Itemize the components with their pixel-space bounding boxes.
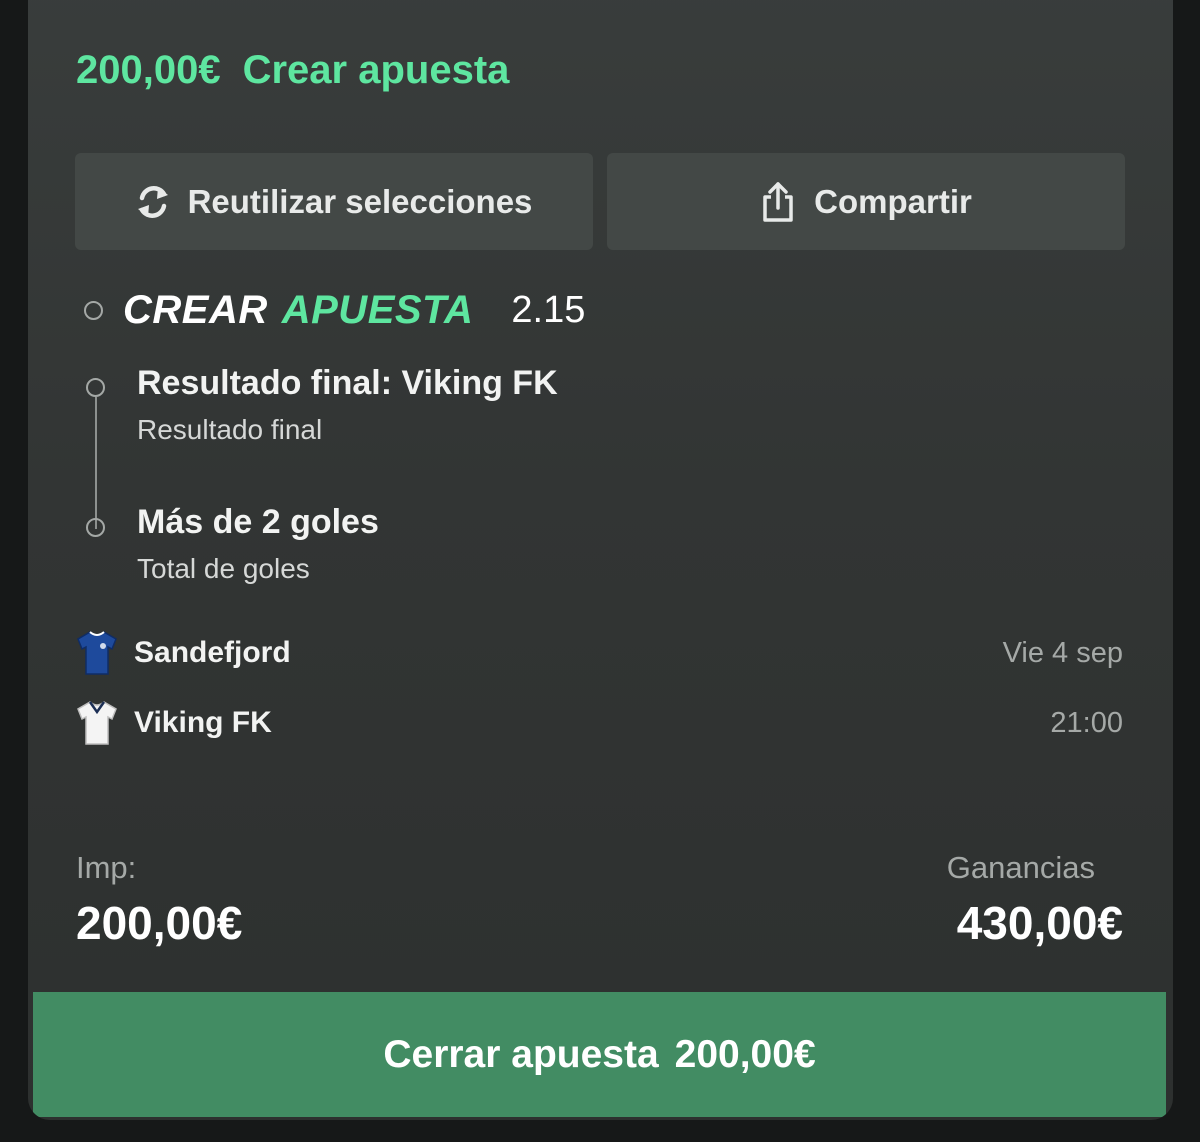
header-title: Crear apuesta xyxy=(242,48,510,92)
place-bet-amount: 200,00€ xyxy=(674,1032,816,1076)
away-team-name: Viking FK xyxy=(134,706,272,739)
selection-1-title: Resultado final: Viking FK xyxy=(137,364,558,402)
bet-builder-word-apuesta: APUESTA xyxy=(281,288,474,332)
reuse-selections-label: Reutilizar selecciones xyxy=(187,182,533,220)
bet-builder-dot xyxy=(84,301,103,320)
bet-builder-odds: 2.15 xyxy=(511,289,586,331)
winnings-label: Ganancias xyxy=(946,850,1095,885)
bet-builder-title: CREAR APUESTA 2.15 xyxy=(84,288,585,333)
event-time: 21:00 xyxy=(1050,707,1123,739)
place-bet-button[interactable]: Cerrar apuesta 200,00€ xyxy=(33,992,1166,1117)
refresh-icon xyxy=(137,185,168,218)
share-button[interactable]: Compartir xyxy=(607,153,1125,250)
white-shirt-icon xyxy=(77,701,117,745)
winnings-value: 430,00€ xyxy=(956,897,1123,949)
bet-slip-header: 200,00€ Crear apuesta xyxy=(76,48,509,93)
selection-2-market: Total de goles xyxy=(137,553,310,584)
away-team: Viking FK xyxy=(76,700,272,746)
bet-builder-word-crear: CREAR xyxy=(123,288,268,332)
blue-shirt-icon xyxy=(77,631,117,675)
share-label: Compartir xyxy=(814,182,972,220)
selection-1-market: Resultado final xyxy=(137,414,323,445)
event-date: Vie 4 sep xyxy=(1002,637,1123,669)
stake-value: 200,00€ xyxy=(76,897,243,949)
share-icon xyxy=(763,181,793,222)
selection-2-title: Más de 2 goles xyxy=(137,503,379,541)
place-bet-label: Cerrar apuesta xyxy=(383,1032,659,1076)
reuse-selections-button[interactable]: Reutilizar selecciones xyxy=(75,153,593,250)
home-team: Sandefjord xyxy=(76,630,291,676)
stake-label: Imp: xyxy=(76,850,137,885)
home-team-name: Sandefjord xyxy=(134,636,291,669)
header-amount: 200,00€ xyxy=(76,48,221,92)
selection-dot-2 xyxy=(86,518,105,537)
bet-slip-card: 200,00€ Crear apuesta Reutilizar seleccio… xyxy=(28,0,1173,1120)
selection-timeline xyxy=(95,397,97,529)
selection-dot-1 xyxy=(86,378,105,397)
